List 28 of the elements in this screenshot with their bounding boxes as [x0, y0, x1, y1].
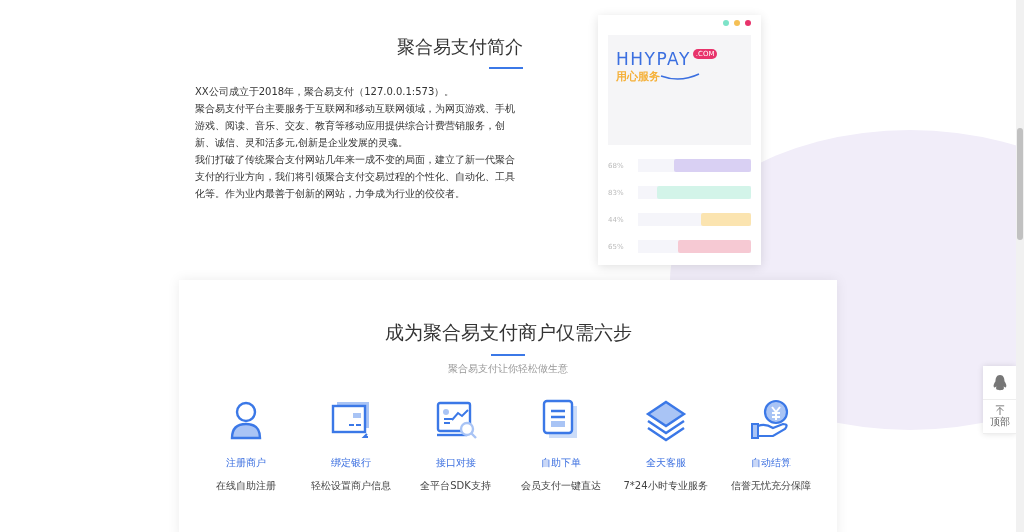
title-underline: [489, 67, 523, 69]
section-title: 成为聚合易支付商户仅需六步: [384, 320, 632, 345]
step-description: 全平台SDK支持: [420, 479, 491, 493]
smile-curve-icon: [660, 73, 700, 81]
step-title: 绑定银行: [330, 456, 371, 470]
step-title: 接口对接: [435, 456, 476, 470]
step-description: 信誉无忧充分保障: [730, 479, 811, 493]
intro-paragraph: 聚合易支付平台主要服务于互联网和移动互联网领域，为网页游戏、手机游戏、阅读、音乐、交友、教育等移动应用提供综合计费营销服务，创新、诚信、灵和活多元,创新是企业发展的灵魂。: [195, 102, 516, 150]
step-title: 注册商户: [225, 456, 266, 470]
step-description: 会员支付一键直达: [520, 479, 601, 493]
logo-text: HHYPAY: [616, 49, 691, 69]
intro-paragraph: XX公司成立于2018年，聚合易支付（127.0.0.1:573）。: [195, 85, 456, 99]
section-subtitle: 聚合易支付让你轻松做生意: [448, 362, 568, 376]
step-title: 全天客服: [645, 456, 686, 470]
scrollbar[interactable]: [1016, 0, 1024, 532]
chat-button[interactable]: [983, 366, 1016, 400]
section-title: 聚合易支付简介: [396, 35, 523, 59]
step-description: 7*24小时专业服务: [623, 479, 708, 493]
slogan-text: 用心服务: [616, 69, 660, 84]
title-underline: [491, 354, 525, 356]
back-to-top-button[interactable]: 顶部: [983, 400, 1016, 434]
intro-paragraph: 我们打破了传统聚合支付网站几年来一成不变的局面，建立了新一代聚合支付的行业方向，我们将引领聚合支付交易过程的个性化、自动化、工具化等。作为业内最善于创新的网站，力争成为行业的佼佼者。: [195, 153, 516, 201]
step-title: 自动结算: [750, 456, 791, 470]
step-description: 轻松设置商户信息: [310, 479, 391, 493]
arrow-up-icon: [994, 404, 1005, 415]
scrollbar-thumb[interactable]: [1017, 128, 1023, 240]
step-description: 在线自助注册: [215, 479, 276, 493]
step-title: 自助下单: [540, 456, 581, 470]
